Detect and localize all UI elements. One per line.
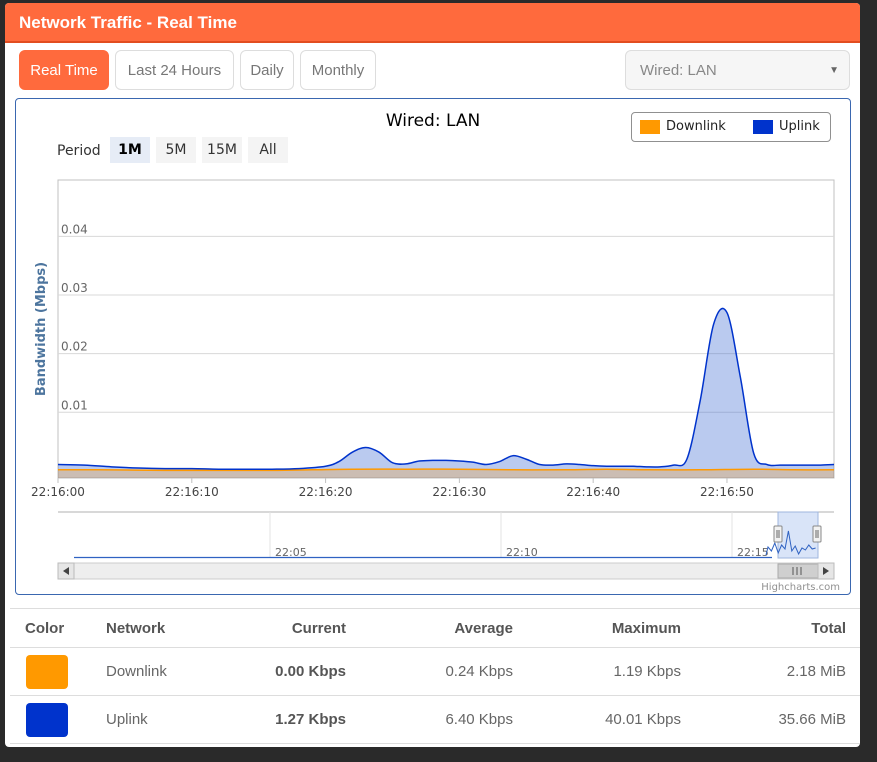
tab-last-24-hours[interactable]: Last 24 Hours (115, 50, 234, 90)
network-traffic-panel: Network Traffic - Real Time Real Time La… (5, 3, 860, 747)
table-row: Downlink 0.00 Kbps 0.24 Kbps 1.19 Kbps 2… (10, 647, 860, 696)
total-cell: 35.66 MiB (681, 695, 860, 744)
traffic-chart: 0.01 0.02 0.03 0.04 Bandwidth (Mbps) 22:16:00… (15, 98, 851, 595)
legend-swatch-uplink (753, 119, 773, 134)
range-button-5m[interactable]: 5M (156, 137, 196, 163)
legend-label-uplink: Uplink (779, 119, 820, 134)
average-cell: 6.40 Kbps (346, 695, 513, 744)
maximum-cell: 1.19 Kbps (513, 647, 681, 696)
x-tick-label: 22:16:10 (165, 485, 219, 499)
navigator-right-handle[interactable] (812, 525, 822, 543)
panel-title: Network Traffic - Real Time (5, 3, 860, 43)
navigator-selected-range (777, 511, 819, 559)
tab-real-time[interactable]: Real Time (19, 50, 109, 90)
downlink-color-swatch (26, 654, 68, 689)
tab-monthly[interactable]: Monthly (300, 50, 376, 90)
navigator-left-handle[interactable] (773, 525, 783, 543)
traffic-stats-table: Color Network Current Average Maximum To… (10, 608, 860, 744)
column-header-color: Color (10, 608, 106, 648)
column-header-average: Average (346, 608, 513, 648)
navigator-area (58, 512, 834, 558)
range-button-all[interactable]: All (248, 137, 288, 163)
network-cell: Uplink (106, 695, 226, 744)
scrollbar-thumb[interactable] (777, 563, 819, 579)
color-cell (10, 695, 106, 744)
chart-legend: Downlink Uplink (631, 112, 831, 142)
total-cell: 2.18 MiB (681, 647, 860, 696)
average-cell: 0.24 Kbps (346, 647, 513, 696)
y-tick-label: 0.02 (61, 340, 88, 354)
current-cell: 1.27 Kbps (226, 695, 346, 744)
table-row: Uplink 1.27 Kbps 6.40 Kbps 40.01 Kbps 35… (10, 695, 860, 744)
range-button-15m[interactable]: 15M (202, 137, 242, 163)
range-button-1m[interactable]: 1M (110, 137, 150, 163)
y-tick-label: 0.01 (61, 398, 88, 412)
uplink-color-swatch (26, 702, 68, 737)
x-tick-label: 22:16:40 (566, 485, 620, 499)
column-header-network: Network (106, 608, 226, 648)
highcharts-credits[interactable]: Highcharts.com (761, 582, 840, 593)
chart-canvas: 0.01 0.02 0.03 0.04 Bandwidth (Mbps) 22:16:00… (31, 179, 835, 580)
x-tick-label: 22:16:20 (299, 485, 353, 499)
x-tick-label: 22:16:30 (432, 485, 486, 499)
network-select[interactable]: Wired: LAN ▼ (625, 50, 850, 90)
legend-item-downlink[interactable]: Downlink (640, 119, 726, 135)
y-axis-title: Bandwidth (Mbps) (34, 262, 49, 396)
scrollbar-track[interactable] (57, 562, 835, 580)
network-cell: Downlink (106, 647, 226, 696)
tab-daily[interactable]: Daily (240, 50, 294, 90)
color-cell (10, 647, 106, 696)
y-tick-label: 0.04 (61, 222, 88, 236)
period-label: Period (57, 143, 101, 159)
x-tick-label: 22:16:00 (31, 485, 85, 499)
legend-item-uplink[interactable]: Uplink (753, 119, 820, 135)
maximum-cell: 40.01 Kbps (513, 695, 681, 744)
x-tick-label: 22:16:50 (700, 485, 754, 499)
table-header-row: Color Network Current Average Maximum To… (10, 608, 860, 648)
chevron-down-icon: ▼ (829, 65, 839, 76)
column-header-maximum: Maximum (513, 608, 681, 648)
y-tick-label: 0.03 (61, 281, 88, 295)
column-header-total: Total (681, 608, 860, 648)
legend-swatch-downlink (640, 119, 660, 134)
legend-label-downlink: Downlink (666, 119, 726, 134)
current-cell: 0.00 Kbps (226, 647, 346, 696)
network-select-value: Wired: LAN (640, 62, 717, 79)
column-header-current: Current (226, 608, 346, 648)
